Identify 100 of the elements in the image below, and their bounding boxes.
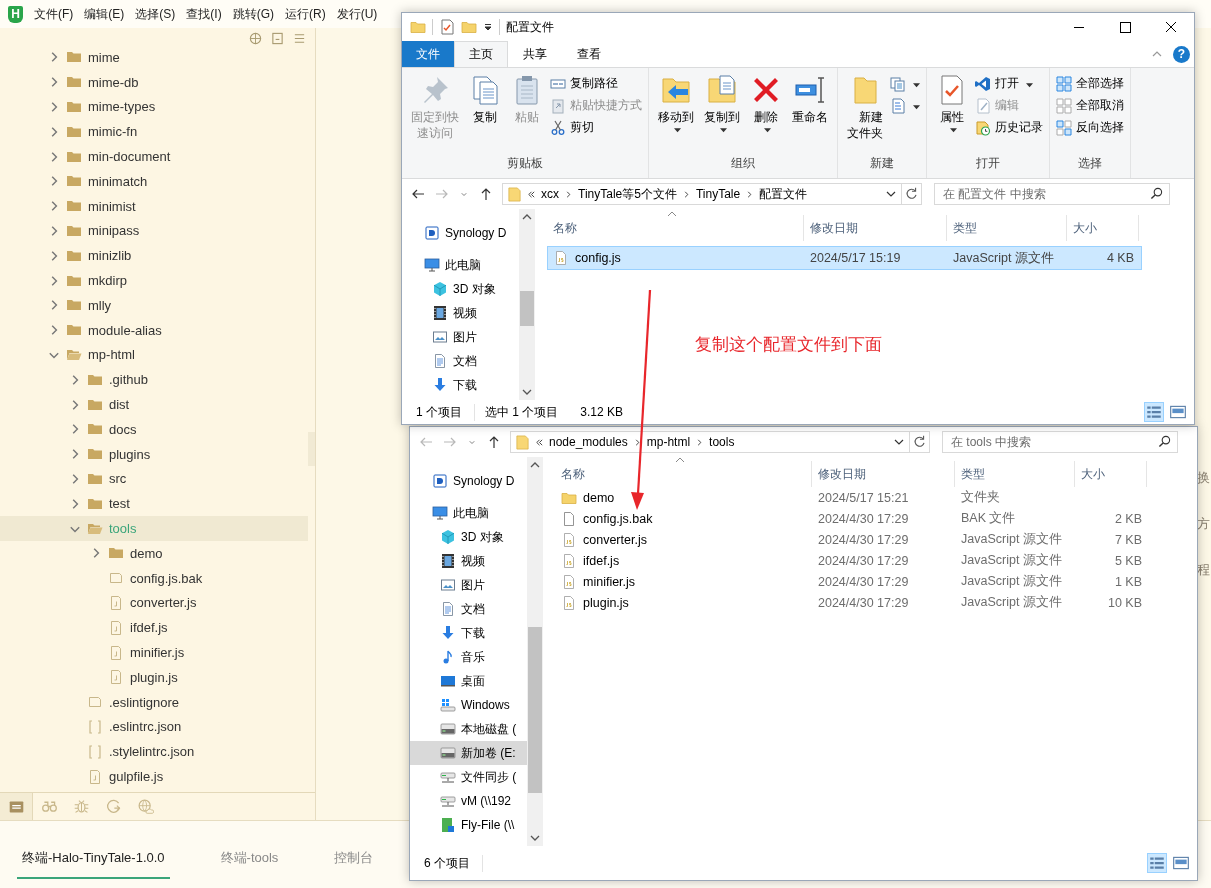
nav-item[interactable]: 文件同步 ( bbox=[410, 765, 527, 789]
tree-item[interactable]: mkdirp bbox=[0, 268, 308, 293]
invert-selection-button[interactable]: 反向选择 bbox=[1056, 118, 1124, 137]
search-field[interactable]: 在 tools 中搜索 bbox=[942, 431, 1178, 453]
tree-item[interactable]: mlly bbox=[0, 292, 308, 318]
breadcrumb[interactable]: TinyTale bbox=[695, 187, 741, 201]
ribbon-tab[interactable]: 查看 bbox=[562, 41, 616, 67]
new-folder-button[interactable]: 新建文件夹 bbox=[844, 72, 886, 155]
select-none-button[interactable]: 全部取消 bbox=[1056, 96, 1124, 115]
column-header[interactable]: 类型 bbox=[955, 461, 1075, 487]
dropdown-icon[interactable] bbox=[483, 22, 493, 32]
tree-item[interactable]: docs bbox=[0, 416, 308, 442]
chevron-icon[interactable] bbox=[695, 437, 705, 447]
breadcrumb[interactable]: node_modules bbox=[549, 435, 628, 449]
overflow-icon[interactable] bbox=[535, 437, 544, 447]
nav-item[interactable]: 新加卷 (E: bbox=[410, 741, 527, 765]
tree-item[interactable]: ifdef.js bbox=[0, 615, 308, 641]
column-header[interactable]: 类型 bbox=[947, 215, 1067, 241]
collapse-icon[interactable] bbox=[271, 32, 284, 45]
search-field[interactable]: 在 配置文件 中搜索 bbox=[934, 183, 1170, 205]
nav-item[interactable]: vM (\\192 bbox=[410, 789, 527, 813]
breadcrumb[interactable]: 配置文件 bbox=[759, 185, 808, 203]
rename-button[interactable]: 重命名 bbox=[789, 72, 831, 155]
tree-item[interactable]: .eslintignore bbox=[0, 689, 308, 715]
nav-item[interactable]: 视频 bbox=[410, 549, 527, 573]
file-row[interactable]: config.js.bak 2024/4/30 17:29 BAK 文件 2 KB bbox=[555, 508, 1150, 529]
nav-item[interactable]: 下载 bbox=[402, 373, 519, 397]
tree-item[interactable]: mime-db bbox=[0, 69, 308, 95]
properties-button[interactable]: 属性 bbox=[933, 72, 971, 155]
tree-item[interactable]: minizlib bbox=[0, 243, 308, 269]
breadcrumb[interactable]: mp-html bbox=[646, 435, 691, 449]
tree-item[interactable]: minifier.js bbox=[0, 640, 308, 665]
menu-item[interactable]: 跳转(G) bbox=[232, 5, 274, 23]
column-header[interactable]: 大小 bbox=[1075, 461, 1147, 487]
breadcrumb[interactable]: tools bbox=[709, 435, 735, 449]
properties-icon[interactable] bbox=[439, 19, 455, 35]
breadcrumb[interactable]: TinyTale等5个文件 bbox=[578, 185, 677, 203]
copy-path-button[interactable]: 复制路径 bbox=[550, 74, 642, 93]
scrollbar-thumb[interactable] bbox=[520, 291, 534, 326]
tree-item[interactable]: minimist bbox=[0, 193, 308, 219]
nav-item[interactable]: 文档 bbox=[410, 597, 527, 621]
overflow-icon[interactable] bbox=[527, 189, 536, 199]
ribbon-tab[interactable]: 共享 bbox=[508, 41, 562, 67]
terminal-tab[interactable]: 控制台 bbox=[329, 849, 379, 877]
tree-item[interactable]: test bbox=[0, 491, 308, 517]
column-header[interactable]: 名称 bbox=[547, 215, 804, 241]
panel-tab[interactable] bbox=[0, 793, 33, 820]
nav-item[interactable]: 此电脑 bbox=[402, 253, 519, 277]
nav-item[interactable]: 3D 对象 bbox=[410, 525, 527, 549]
select-all-button[interactable]: 全部选择 bbox=[1056, 74, 1124, 93]
menu-item[interactable]: 编辑(E) bbox=[84, 5, 125, 23]
tree-item[interactable]: dist bbox=[0, 392, 308, 417]
tree-item[interactable]: demo bbox=[0, 540, 308, 566]
menu-item[interactable]: 查找(I) bbox=[186, 5, 222, 23]
ribbon-tab[interactable]: 主页 bbox=[454, 41, 508, 67]
tree-item[interactable]: .eslintrc.json bbox=[0, 714, 308, 740]
column-header[interactable]: 修改日期 bbox=[812, 461, 955, 487]
tree-item[interactable]: config.js.bak bbox=[0, 565, 308, 591]
file-row[interactable]: config.js 2024/5/17 15:19 JavaScript 源文件 4 KB bbox=[547, 246, 1142, 270]
column-header[interactable]: 名称 bbox=[555, 461, 812, 487]
details-view-icon[interactable] bbox=[1147, 853, 1167, 873]
delete-button[interactable]: 删除 bbox=[747, 72, 785, 155]
tree-item[interactable]: .github bbox=[0, 367, 308, 393]
tree-item[interactable]: mime-types bbox=[0, 94, 308, 120]
tree-item[interactable]: mp-html bbox=[0, 342, 308, 368]
cut-button[interactable]: 剪切 bbox=[550, 118, 642, 137]
scrollbar-thumb[interactable] bbox=[308, 432, 315, 466]
nav-item[interactable]: 文档 bbox=[402, 349, 519, 373]
tree-item[interactable]: plugins bbox=[0, 441, 308, 467]
chevron-icon[interactable] bbox=[564, 189, 573, 199]
nav-item[interactable]: 桌面 bbox=[410, 669, 527, 693]
folder-icon[interactable] bbox=[461, 19, 477, 35]
details-view-icon[interactable] bbox=[1144, 402, 1164, 422]
tree-item[interactable]: plugin.js bbox=[0, 664, 308, 690]
address-bar[interactable]: xcx TinyTale等5个文件 TinyTale 配置文件 bbox=[502, 183, 902, 205]
tree-item[interactable]: mimic-fn bbox=[0, 119, 308, 145]
tree-item[interactable]: module-alias bbox=[0, 317, 308, 343]
breadcrumb[interactable]: xcx bbox=[541, 187, 559, 201]
tree-item[interactable]: .stylelintrc.json bbox=[0, 739, 308, 765]
file-row[interactable]: minifier.js 2024/4/30 17:29 JavaScript 源文件 1 KB bbox=[555, 571, 1150, 592]
refresh-icon[interactable] bbox=[910, 431, 930, 453]
history-button[interactable]: 历史记录 bbox=[975, 118, 1043, 137]
nav-item[interactable]: Windows bbox=[410, 693, 527, 717]
scrollbar-thumb[interactable] bbox=[528, 627, 542, 793]
nav-item[interactable]: 此电脑 bbox=[410, 501, 527, 525]
folder-icon[interactable] bbox=[410, 19, 426, 35]
nav-item[interactable]: 图片 bbox=[402, 325, 519, 349]
terminal-tab[interactable]: 终端-tools bbox=[215, 849, 284, 877]
file-row[interactable]: demo 2024/5/17 15:21 文件夹 bbox=[555, 487, 1150, 508]
menu-item[interactable]: 运行(R) bbox=[285, 5, 326, 23]
nav-item[interactable]: Synology D bbox=[410, 469, 527, 493]
menu-item[interactable]: 文件(F) bbox=[34, 5, 74, 23]
tree-item[interactable]: mime bbox=[0, 45, 308, 70]
nav-item[interactable]: Synology D bbox=[402, 221, 519, 245]
move-to-button[interactable]: 移动到 bbox=[655, 72, 697, 155]
tree-item[interactable]: src bbox=[0, 466, 308, 492]
nav-item[interactable]: 视频 bbox=[402, 301, 519, 325]
tree-item[interactable]: min-document bbox=[0, 144, 308, 169]
tree-item[interactable]: converter.js bbox=[0, 590, 308, 616]
nav-item[interactable]: 3D 对象 bbox=[402, 277, 519, 301]
